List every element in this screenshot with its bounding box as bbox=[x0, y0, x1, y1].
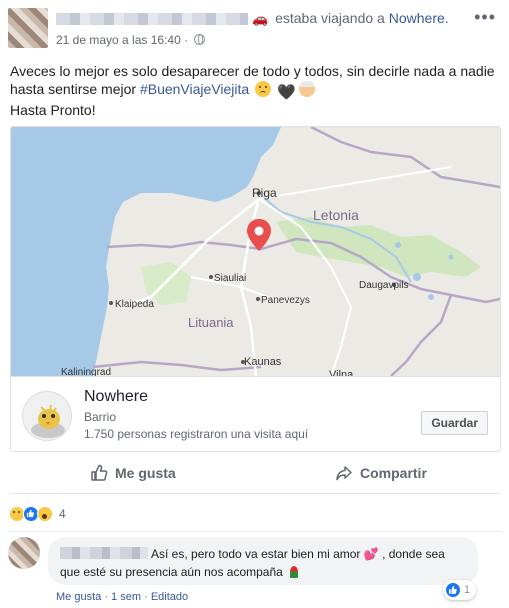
map-label-kaunas: Kaunas bbox=[244, 356, 282, 368]
two-hearts-emoji-icon: 💕 bbox=[363, 547, 379, 561]
like-button[interactable]: Me gusta bbox=[90, 462, 176, 484]
post-body-line1: Aveces lo mejor es solo desaparecer de t… bbox=[10, 63, 495, 97]
place-thumbnail-icon[interactable] bbox=[22, 391, 72, 441]
map-label-panevezys: Panevezys bbox=[261, 295, 310, 306]
share-icon bbox=[336, 466, 352, 481]
comment-bubble: Así es, pero todo va estar bien mi amor … bbox=[48, 537, 478, 585]
comment-like-link[interactable]: Me gusta bbox=[56, 591, 101, 603]
comment-time[interactable]: 1 sem bbox=[111, 591, 141, 603]
map-label-daugavpils: Daugavpils bbox=[359, 280, 409, 291]
more-options-button[interactable]: ••• bbox=[474, 8, 496, 26]
reaction-count[interactable]: 4 bbox=[59, 507, 66, 521]
activity-place-link[interactable]: Nowhere. bbox=[389, 10, 449, 26]
author-name-redacted[interactable] bbox=[56, 13, 248, 25]
map-label-klaipeda: Klaipeda bbox=[115, 299, 154, 310]
comment-reaction-count: 1 bbox=[464, 584, 471, 596]
black-heart-emoji-icon: 🖤 bbox=[276, 84, 296, 101]
map-label-letonia: Letonia bbox=[313, 207, 359, 223]
location-card[interactable]: Riga Letonia Siauliai Daugavpils Klaiped… bbox=[10, 126, 501, 452]
comment-meta: Me gusta · 1 sem · Editado bbox=[56, 591, 188, 603]
reactions-summary[interactable]: 4 bbox=[9, 505, 66, 523]
rose-emoji-icon bbox=[290, 566, 299, 578]
share-button[interactable]: Compartir bbox=[335, 462, 427, 484]
hashtag-link[interactable]: #BuenViajeViejita bbox=[140, 81, 249, 97]
car-icon: 🚗 bbox=[252, 11, 269, 26]
comment-text-part1: Así es, pero todo va estar bien mi amor bbox=[151, 547, 361, 561]
commenter-avatar[interactable] bbox=[8, 537, 40, 569]
map-label-lituania: Lituania bbox=[188, 315, 234, 330]
map-label-riga: Riga bbox=[252, 186, 277, 200]
post-timestamp[interactable]: 21 de mayo a las 16:40 bbox=[56, 33, 181, 47]
map[interactable]: Riga Letonia Siauliai Daugavpils Klaiped… bbox=[11, 127, 500, 381]
commenter-name-redacted[interactable] bbox=[60, 547, 148, 559]
map-label-siauliai: Siauliai bbox=[214, 273, 247, 284]
activity-text: estaba viajando a bbox=[275, 10, 385, 26]
post-meta: 21 de mayo a las 16:40 · bbox=[56, 33, 206, 47]
divider bbox=[8, 531, 502, 532]
place-info: Nowhere Barrio 1.750 personas registraro… bbox=[11, 376, 500, 451]
location-pin-icon bbox=[247, 219, 271, 251]
like-label: Me gusta bbox=[115, 465, 176, 481]
meta-separator: · bbox=[104, 591, 108, 603]
post-header: 🚗 estaba viajando a Nowhere. 21 de mayo … bbox=[8, 8, 502, 52]
share-label: Compartir bbox=[360, 465, 427, 481]
crying-face-emoji-icon bbox=[255, 81, 272, 97]
save-button[interactable]: Guardar bbox=[421, 411, 488, 435]
thumbs-up-icon bbox=[91, 464, 108, 481]
post-text: Aveces lo mejor es solo desaparecer de t… bbox=[10, 62, 500, 119]
wow-reaction-icon bbox=[37, 506, 53, 522]
map-graphic bbox=[11, 127, 500, 376]
activity-line: 🚗 estaba viajando a Nowhere. bbox=[252, 10, 449, 27]
place-category: Barrio bbox=[84, 410, 117, 424]
like-reaction-icon bbox=[446, 583, 460, 597]
author-avatar[interactable] bbox=[8, 8, 48, 48]
place-visits: 1.750 personas registraron una visita aq… bbox=[84, 427, 309, 441]
globe-icon bbox=[194, 34, 206, 45]
post-body-line2: Hasta Pronto! bbox=[10, 102, 96, 118]
post-actions: Me gusta Compartir bbox=[10, 452, 501, 494]
place-name[interactable]: Nowhere bbox=[84, 388, 148, 406]
comment-edited[interactable]: Editado bbox=[151, 591, 188, 603]
meta-separator: · bbox=[144, 591, 148, 603]
old-person-emoji-icon bbox=[298, 81, 315, 97]
comment-reaction-badge[interactable]: 1 bbox=[443, 580, 477, 600]
